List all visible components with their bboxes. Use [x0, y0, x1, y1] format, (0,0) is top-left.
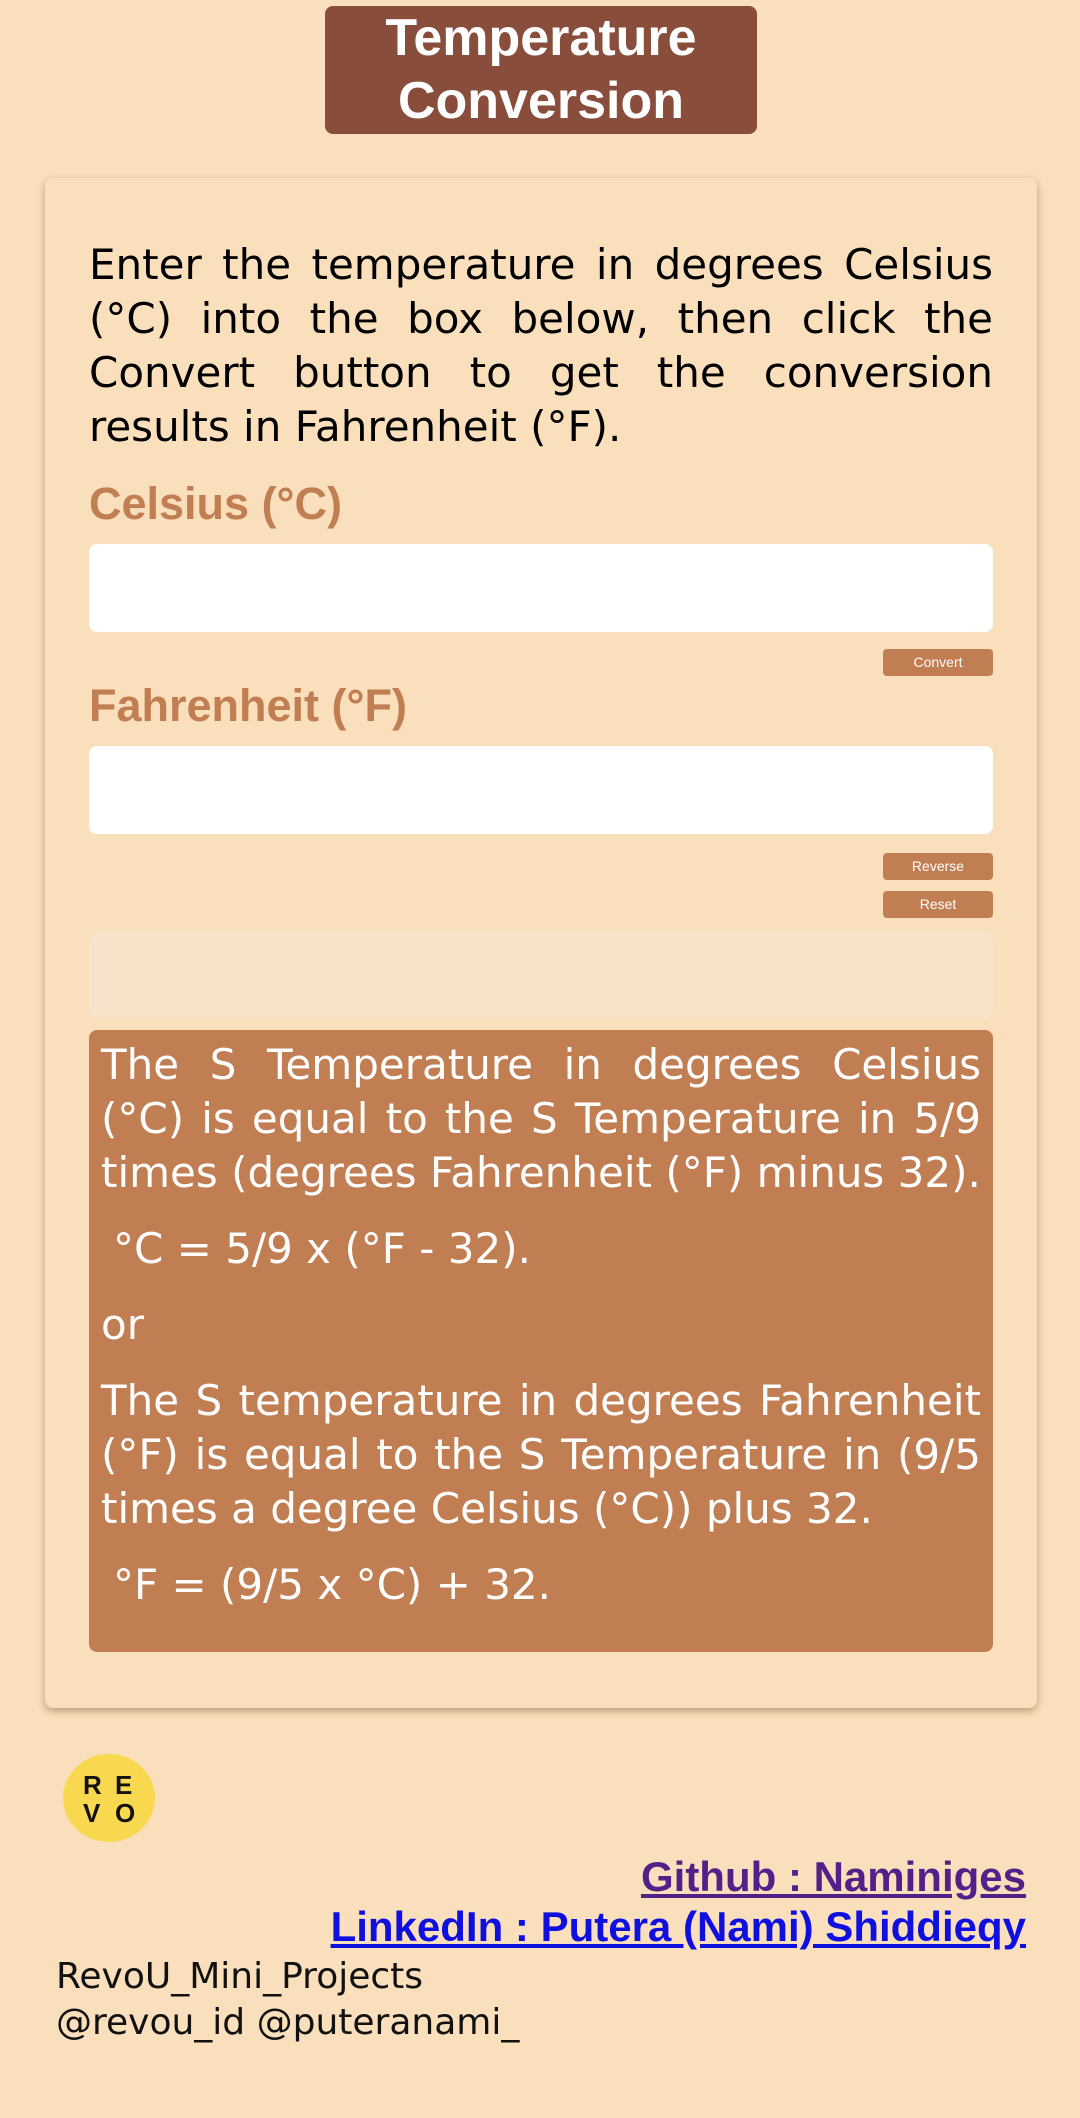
- reset-button[interactable]: Reset: [883, 891, 993, 918]
- github-link[interactable]: Github : Naminiges: [641, 1852, 1026, 1902]
- result-output: [89, 930, 993, 1018]
- revou-logo: R E V O: [63, 1754, 155, 1842]
- logo-letter-r: R: [83, 1770, 102, 1800]
- logo-letter-v: V: [83, 1798, 101, 1828]
- explanation-fahrenheit-text: The S temperature in degrees Fahrenheit …: [101, 1376, 981, 1533]
- reverse-button[interactable]: Reverse: [883, 853, 993, 880]
- explanation-or: or: [101, 1300, 144, 1349]
- explanation-celsius-text: The S Temperature in degrees Celsius (°C…: [101, 1040, 981, 1197]
- fahrenheit-label: Fahrenheit (°F): [89, 680, 407, 731]
- fahrenheit-formula: °F = (9/5 x °C) + 32.: [113, 1560, 551, 1609]
- celsius-label: Celsius (°C): [89, 478, 343, 529]
- logo-letter-o: O: [115, 1798, 136, 1828]
- converter-card: Enter the temperature in degrees Celsius…: [45, 178, 1037, 1708]
- fahrenheit-input[interactable]: [89, 746, 993, 834]
- social-handles: @revou_id @puteranami_: [56, 2002, 520, 2043]
- explanation-box: The S Temperature in degrees Celsius (°C…: [89, 1030, 993, 1652]
- logo-letter-e: E: [115, 1770, 133, 1800]
- page-title-text: Temperature Conversion: [385, 9, 697, 130]
- celsius-formula: °C = 5/9 x (°F - 32).: [113, 1224, 531, 1273]
- project-name: RevoU_Mini_Projects: [56, 1956, 424, 1997]
- instructions-text: Enter the temperature in degrees Celsius…: [89, 240, 993, 451]
- convert-button[interactable]: Convert: [883, 649, 993, 676]
- celsius-input[interactable]: [89, 544, 993, 632]
- page-title: Temperature Conversion: [325, 6, 757, 134]
- linkedin-link[interactable]: LinkedIn : Putera (Nami) Shiddieqy: [331, 1902, 1026, 1952]
